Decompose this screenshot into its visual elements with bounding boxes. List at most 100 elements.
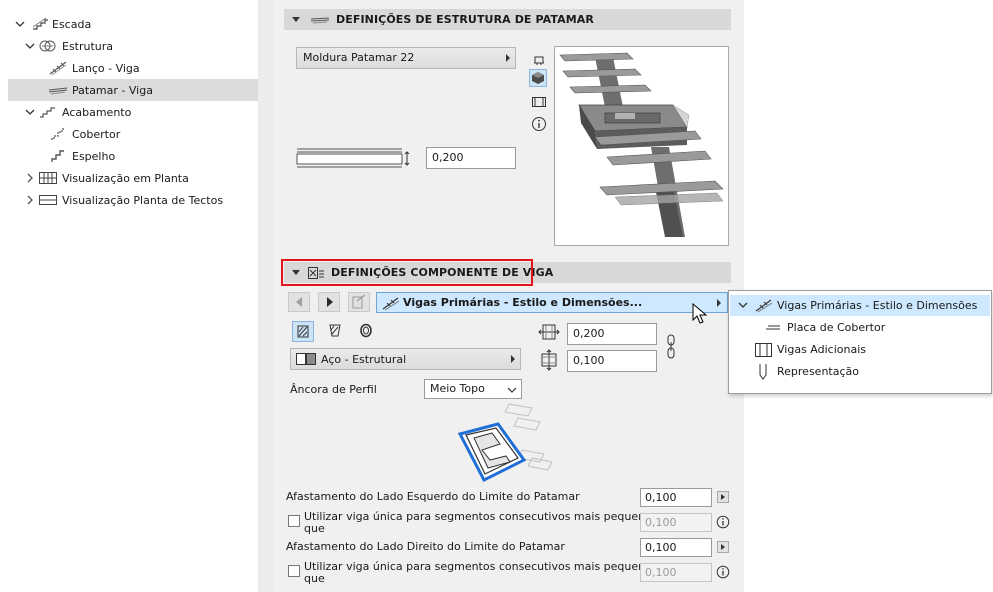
thickness-icon — [296, 146, 411, 170]
tree-item-lanco-viga[interactable]: Lanço - Viga — [8, 57, 258, 79]
chevron-right-icon[interactable] — [24, 194, 36, 206]
chevron-down-icon — [507, 384, 517, 397]
panel-divider — [258, 0, 274, 592]
3d-view-icon[interactable] — [529, 69, 547, 87]
left-single-beam-label: Utilizar viga única para segmentos conse… — [304, 510, 658, 523]
right-single-beam-field: 0,100 — [640, 563, 712, 582]
beam-section-title: DEFINIÇÕES COMPONENTE DE VIGA — [331, 266, 554, 279]
component-selector-label: Vigas Primárias - Estilo e Dimensões... — [403, 296, 643, 309]
mouse-cursor-icon — [692, 302, 708, 328]
right-offset-arrow-button[interactable] — [717, 541, 729, 553]
next-component-button[interactable] — [318, 292, 340, 312]
beam-height-field[interactable]: 0,100 — [567, 350, 657, 372]
right-single-beam-checkbox[interactable] — [288, 565, 300, 577]
landing-thickness-value: 0,200 — [432, 151, 464, 164]
plan-view-icon[interactable] — [530, 51, 548, 69]
beam-width-field[interactable]: 0,200 — [567, 323, 657, 345]
landing-frame-select[interactable]: Moldura Patamar 22 — [296, 47, 516, 69]
landing-thickness-field[interactable]: 0,200 — [426, 147, 516, 169]
menu-item-additional-beams[interactable]: Vigas Adicionais — [730, 339, 990, 360]
menu-item-label: Placa de Cobertor — [787, 321, 886, 334]
tread-icon — [48, 126, 68, 142]
left-offset-field[interactable]: 0,100 — [640, 488, 712, 507]
left-single-beam-label-line2: que — [304, 522, 325, 535]
menu-item-label: Vigas Primárias - Estilo e Dimensões — [777, 299, 978, 312]
structure-icon — [38, 38, 58, 54]
info-icon[interactable] — [530, 115, 548, 133]
tree-item-espelho[interactable]: Espelho — [8, 145, 258, 167]
tree-item-escada[interactable]: Escada — [8, 13, 258, 35]
tree-item-label: Cobertor — [72, 127, 121, 141]
landing-section-header[interactable]: DEFINIÇÕES DE ESTRUTURA DE PATAMAR — [284, 9, 731, 30]
tree-item-acabamento[interactable]: Acabamento — [8, 101, 258, 123]
left-offset-label: Afastamento do Lado Esquerdo do Limite d… — [286, 490, 580, 503]
ceiling-plan-icon — [38, 192, 58, 208]
material-swatch-icon — [295, 352, 317, 369]
component-popup-menu: Vigas Primárias - Estilo e Dimensões Pla… — [728, 290, 992, 394]
info-icon[interactable] — [716, 515, 730, 532]
left-single-beam-value: 0,100 — [645, 516, 677, 529]
right-offset-field[interactable]: 0,100 — [640, 538, 712, 557]
tree-item-label: Patamar - Viga — [72, 83, 153, 97]
tree-item-estrutura[interactable]: Estrutura — [8, 35, 258, 57]
flight-beam-icon — [48, 60, 68, 76]
profile-anchor-select[interactable]: Meio Topo — [424, 379, 522, 399]
chevron-right-icon — [717, 299, 721, 307]
shape-tapered-button[interactable] — [325, 321, 347, 342]
edit-component-icon[interactable] — [348, 292, 370, 312]
left-offset-arrow-button[interactable] — [717, 491, 729, 503]
component-selector[interactable]: Vigas Primárias - Estilo e Dimensões... — [376, 292, 728, 313]
tree-item-label: Escada — [52, 17, 92, 31]
tree-item-label: Espelho — [72, 149, 116, 163]
stair-icon — [30, 16, 50, 32]
beam-component-icon — [307, 266, 325, 280]
menu-item-primary-beams[interactable]: Vigas Primárias - Estilo e Dimensões — [730, 295, 990, 316]
chevron-right-icon — [506, 54, 510, 62]
floorplan-icon — [38, 170, 58, 186]
profile-anchor-value: Meio Topo — [430, 382, 485, 395]
info-icon[interactable] — [716, 565, 730, 582]
finish-icon — [38, 104, 58, 120]
material-value: Aço - Estrutural — [321, 353, 407, 366]
tread-plate-icon — [764, 321, 782, 336]
tree-item-patamar-viga[interactable]: Patamar - Viga — [8, 79, 258, 101]
chevron-right-icon[interactable] — [24, 172, 36, 184]
tree-item-label: Estrutura — [62, 39, 114, 53]
collapse-triangle-icon[interactable] — [292, 17, 300, 22]
previous-component-button[interactable] — [288, 292, 310, 312]
chevron-down-icon[interactable] — [14, 18, 26, 30]
collapse-triangle-icon[interactable] — [292, 270, 300, 275]
menu-item-tread-plate[interactable]: Placa de Cobertor — [730, 317, 990, 338]
landing-beam-icon — [48, 82, 68, 98]
tree-item-label: Lanço - Viga — [72, 61, 140, 75]
profile-anchor-preview — [454, 402, 564, 486]
menu-item-representation[interactable]: Representação — [730, 361, 990, 382]
tree-item-visualizacao-tectos[interactable]: Visualização Planta de Tectos — [8, 189, 258, 211]
beam-width-icon — [538, 322, 560, 345]
stair-3d-preview — [554, 46, 729, 246]
additional-beams-icon — [754, 342, 774, 361]
beam-height-value: 0,100 — [573, 354, 605, 367]
shape-rectangular-button[interactable] — [292, 321, 314, 342]
chevron-down-icon[interactable] — [24, 40, 36, 52]
right-single-beam-value: 0,100 — [645, 566, 677, 579]
landing-section-title: DEFINIÇÕES DE ESTRUTURA DE PATAMAR — [336, 13, 594, 26]
tree-item-label: Acabamento — [62, 105, 132, 119]
tree-item-visualizacao-planta[interactable]: Visualização em Planta — [8, 167, 258, 189]
left-offset-value: 0,100 — [645, 491, 677, 504]
section-view-icon[interactable] — [530, 93, 548, 111]
shape-round-button[interactable] — [356, 321, 378, 342]
link-chain-icon[interactable] — [665, 333, 677, 364]
right-single-beam-label-line2: que — [304, 572, 325, 585]
beam-height-icon — [538, 349, 560, 374]
left-single-beam-checkbox[interactable] — [288, 515, 300, 527]
chevron-down-icon[interactable] — [24, 106, 36, 118]
beam-section-header[interactable]: DEFINIÇÕES COMPONENTE DE VIGA — [284, 262, 731, 283]
menu-item-label: Representação — [777, 365, 859, 378]
profile-anchor-label: Âncora de Perfil — [290, 383, 377, 396]
settings-tree: Escada Estrutura Lanço - Viga Patamar - … — [8, 10, 258, 592]
material-select[interactable]: Aço - Estrutural — [290, 348, 521, 370]
right-offset-label: Afastamento do Lado Direito do Limite do… — [286, 540, 565, 553]
landing-frame-value: Moldura Patamar 22 — [303, 51, 415, 64]
tree-item-cobertor[interactable]: Cobertor — [8, 123, 258, 145]
